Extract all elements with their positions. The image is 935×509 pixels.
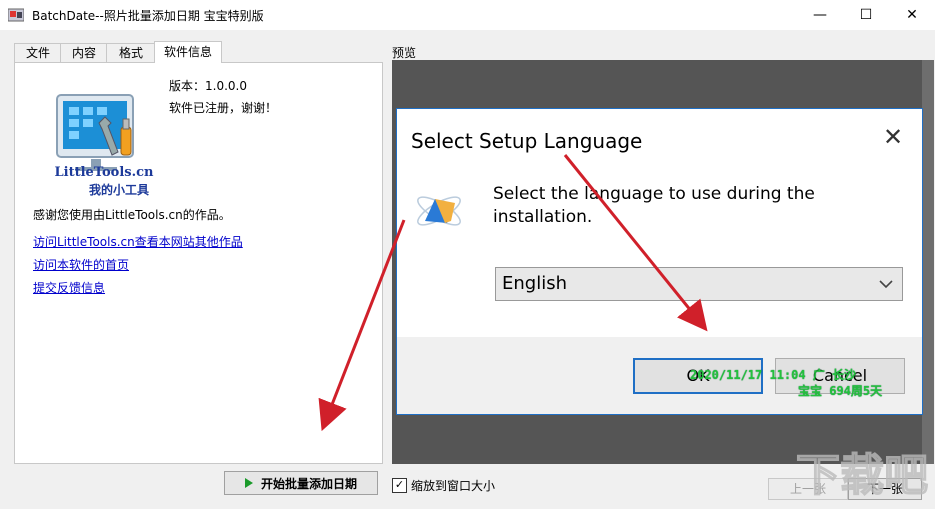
preview-area: Select Setup Language ✕ Select the langu… bbox=[392, 60, 934, 464]
play-icon bbox=[244, 478, 253, 488]
fit-window-label: 缩放到窗口大小 bbox=[411, 479, 496, 493]
window-title: BatchDate--照片批量添加日期 宝宝特别版 bbox=[32, 9, 264, 23]
visit-site-link[interactable]: 访问LittleTools.cn查看本网站其他作品 bbox=[33, 233, 243, 250]
fit-window-option[interactable]: ✓ 缩放到窗口大小 bbox=[392, 477, 495, 494]
dialog-message: Select the language to use during the in… bbox=[493, 184, 815, 227]
dialog-close-icon: ✕ bbox=[883, 123, 904, 151]
preview-label: 预览 bbox=[392, 46, 417, 60]
tab-content[interactable]: 内容 bbox=[60, 43, 108, 63]
preview-image: Select Setup Language ✕ Select the langu… bbox=[392, 60, 923, 464]
language-select-value: English bbox=[502, 273, 567, 294]
logo-text-cn: 我的小工具 bbox=[89, 183, 150, 197]
version-label: 版本：1.0.0.0 bbox=[169, 79, 247, 93]
date-stamp: 2020/11/17 11:04 广 长沙宝宝 694周5天 bbox=[690, 367, 882, 399]
app-icon bbox=[8, 8, 24, 22]
start-batch-label: 开始批量添加日期 bbox=[260, 476, 357, 491]
software-info-panel: LittleTools.cn 我的小工具 版本：1.0.0.0 软件已注册，谢谢… bbox=[14, 62, 383, 464]
dialog-title: Select Setup Language bbox=[411, 129, 643, 153]
homepage-link[interactable]: 访问本软件的首页 bbox=[33, 256, 129, 273]
tab-software-info[interactable]: 软件信息 bbox=[154, 41, 222, 63]
title-bar: BatchDate--照片批量添加日期 宝宝特别版 — ☐ ✕ bbox=[0, 0, 935, 30]
start-batch-button[interactable]: 开始批量添加日期 bbox=[224, 471, 378, 495]
feedback-link[interactable]: 提交反馈信息 bbox=[33, 279, 105, 296]
minimize-button[interactable]: — bbox=[797, 0, 843, 30]
tab-file[interactable]: 文件 bbox=[14, 43, 62, 63]
tab-format[interactable]: 格式 bbox=[106, 43, 156, 63]
logo-text-en: LittleTools.cn bbox=[54, 165, 154, 180]
setup-icon bbox=[417, 196, 461, 226]
close-button[interactable]: ✕ bbox=[889, 0, 935, 30]
fit-window-checkbox[interactable]: ✓ bbox=[392, 478, 407, 493]
registered-label: 软件已注册，谢谢！ bbox=[169, 101, 278, 115]
maximize-button[interactable]: ☐ bbox=[843, 0, 889, 30]
thanks-label: 感谢您使用由LittleTools.cn的作品。 bbox=[33, 208, 231, 222]
date-stamp-line-2: 宝宝 694周5天 bbox=[798, 384, 883, 398]
chevron-down-icon bbox=[879, 280, 893, 289]
watermark-text: 下载吧 bbox=[796, 450, 928, 501]
language-select: English bbox=[495, 267, 903, 301]
date-stamp-line-1: 2020/11/17 11:04 广 长沙 bbox=[690, 368, 857, 382]
watermark-logo: 下载吧 bbox=[795, 449, 929, 502]
